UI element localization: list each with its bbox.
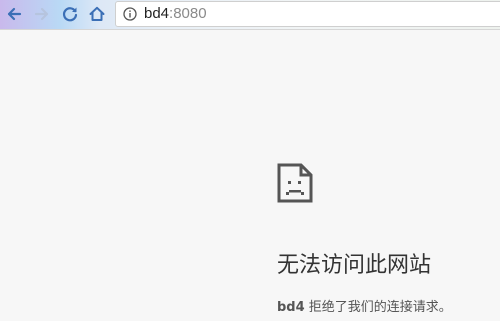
forward-arrow-icon [34, 7, 49, 21]
address-bar[interactable]: bd4:8080 [115, 1, 500, 27]
url-host: bd4 [144, 5, 170, 22]
back-arrow-icon [7, 7, 22, 21]
browser-toolbar: bd4:8080 [0, 0, 500, 30]
home-icon [89, 6, 105, 21]
error-message: 拒绝了我们的连接请求。 [304, 300, 452, 315]
error-title: 无法访问此网站 [277, 253, 432, 278]
info-icon[interactable] [123, 7, 137, 21]
back-button[interactable] [3, 3, 25, 25]
error-description: bd4 拒绝了我们的连接请求。 [277, 299, 452, 317]
home-button[interactable] [86, 3, 108, 25]
url-port: :8080 [169, 5, 207, 22]
url-text[interactable]: bd4:8080 [144, 5, 207, 23]
forward-button[interactable] [31, 3, 53, 25]
reload-icon [62, 7, 78, 22]
sad-document-icon [277, 163, 313, 203]
reload-button[interactable] [59, 3, 81, 25]
error-host: bd4 [277, 300, 305, 315]
